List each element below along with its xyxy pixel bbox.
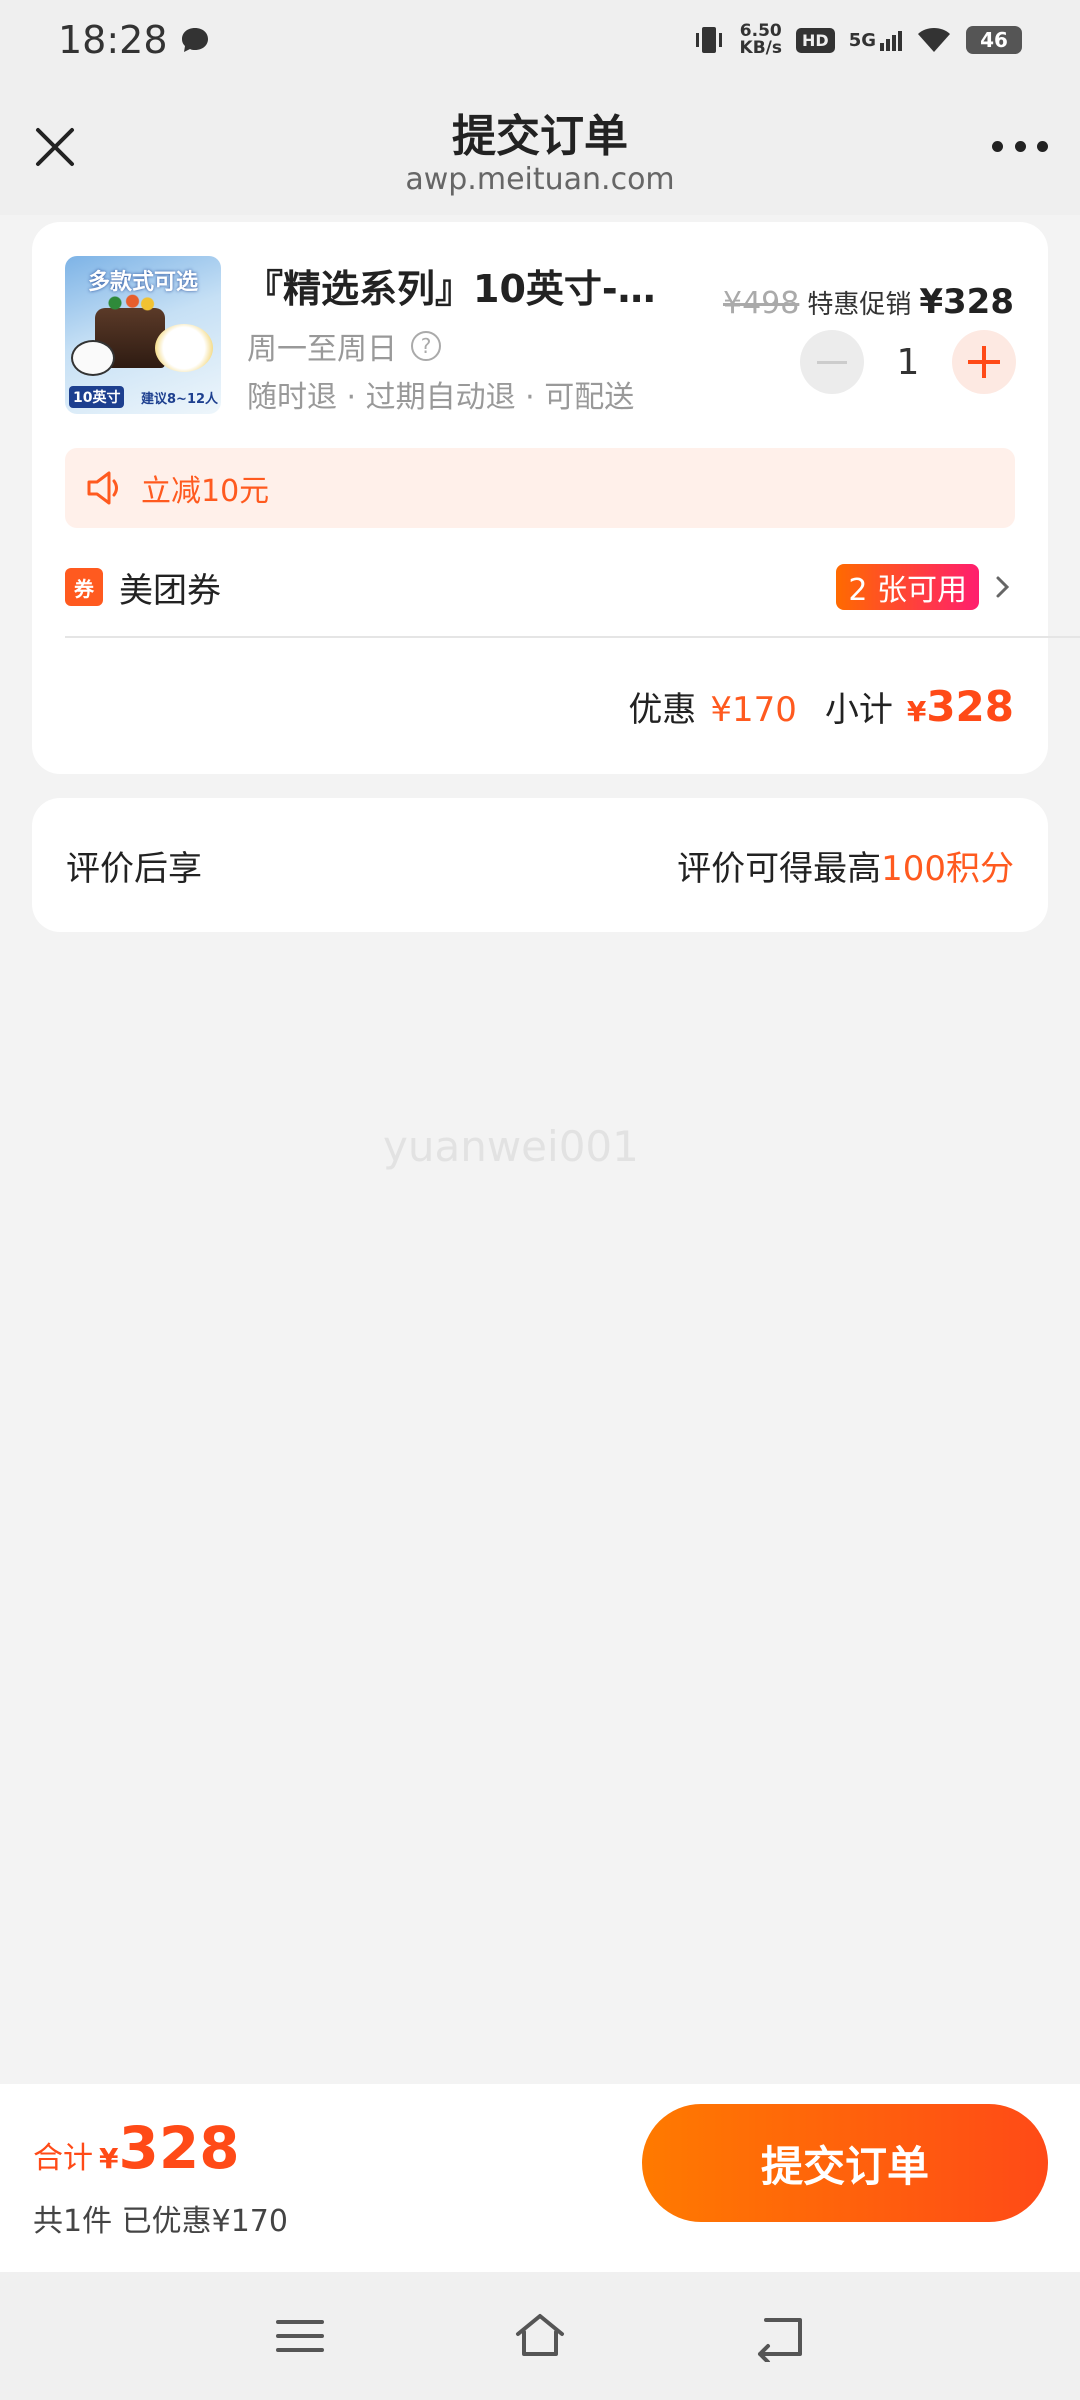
page-title: 提交订单 [452,111,628,162]
total-amount: 328 [118,2114,240,2182]
discount-text: 立减10元 [141,474,270,509]
divider [65,636,1080,638]
order-item-card: 多款式可选 10英寸 建议8~12人 『精选系列』10英寸-… 周一至周日 ? … [32,222,1080,774]
review-reward-card[interactable]: 评价后享 评价可得最高100积分 [32,798,1048,932]
battery-icon: 46 [966,26,1022,54]
help-icon[interactable]: ? [411,331,441,361]
watermark: yuanwei001 [383,1122,639,1171]
discount-banner: 立减10元 [65,448,1015,528]
review-reward: 评价可得最高100积分 [677,848,1014,889]
coupon-label: 美团券 [119,570,221,611]
discount-value: ¥170 [710,690,797,730]
status-icons: 6.50 KB/s HD 5G 46 [692,23,1022,57]
price-line: ¥498 特惠促销 ¥328 [723,282,1014,322]
plus-icon[interactable] [952,330,1016,394]
speaker-icon [87,471,118,505]
page-url: awp.meituan.com [405,162,675,197]
back-icon[interactable] [752,2310,808,2362]
product-image[interactable]: 多款式可选 10英寸 建议8~12人 [65,256,221,414]
discount-label: 优惠 [628,690,697,730]
vibrate-icon [695,27,722,53]
minus-icon[interactable] [800,330,864,394]
submit-order-button[interactable]: 提交订单 [642,2104,1048,2222]
chevron-right-icon[interactable] [989,574,1015,600]
nav-bar: 提交订单 awp.meituan.com [0,80,1080,215]
product-valid-days: 周一至周日 ? [247,324,441,368]
order-summary: 共1件 已优惠¥170 [33,2204,288,2239]
coupon-available-badge[interactable]: 2 张可用 [836,564,979,610]
promo-price: ¥328 [919,282,1014,322]
chat-bubble-icon [181,28,208,52]
network-speed: 6.50 KB/s [739,21,783,58]
status-bar: 18:28 6.50 KB/s HD 5G 46 [0,0,1080,80]
menu-icon[interactable] [272,2310,328,2362]
total-label: 合计 [33,2141,93,2176]
total-price: 合计 ¥ 328 [33,2114,240,2182]
coupon-icon: 券 [65,568,103,606]
subtotal-label: 小计 [824,690,893,730]
wifi-icon [918,28,950,52]
status-time: 18:28 [58,18,168,62]
signal-icon: 5G [849,30,902,51]
original-price: ¥498 [722,286,800,321]
checkout-bar: 合计 ¥ 328 共1件 已优惠¥170 提交订单 [0,2084,1080,2272]
subtotal-row: 优惠 ¥170 小计 ¥328 [628,682,1014,731]
review-label: 评价后享 [66,848,202,889]
promo-label: 特惠促销 [807,290,912,320]
coupon-row[interactable]: 券 美团券 2 张可用 [65,552,1015,622]
subtotal-amount: 328 [926,682,1014,731]
quantity-value[interactable]: 1 [864,342,952,383]
hd-badge: HD [796,27,835,53]
home-icon[interactable] [512,2310,568,2362]
quantity-stepper: 1 [800,330,1016,394]
system-nav-bar [0,2272,1080,2400]
more-icon[interactable] [992,134,1048,158]
product-name[interactable]: 『精选系列』10英寸-… [245,258,745,313]
product-tags: 随时退 · 过期自动退 · 可配送 [247,380,635,415]
